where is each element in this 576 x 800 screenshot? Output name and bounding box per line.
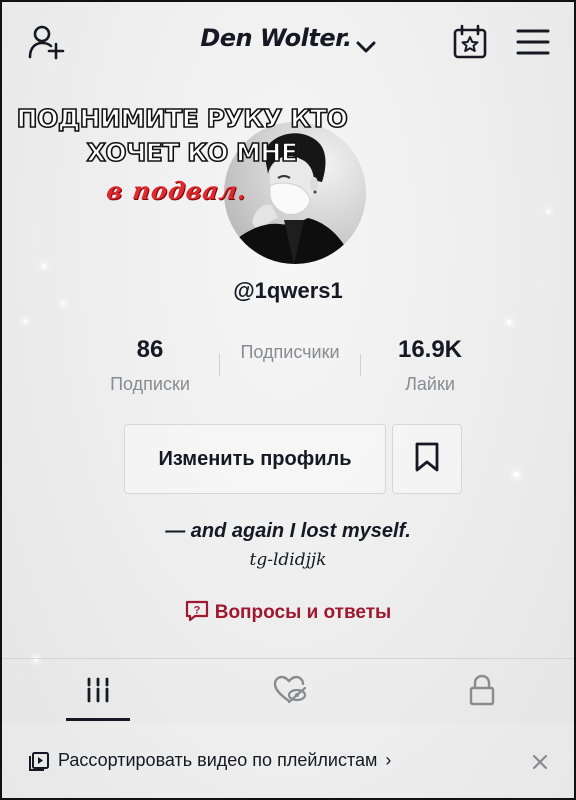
question-bubble-icon: ? (185, 600, 209, 622)
hamburger-menu-icon[interactable] (516, 28, 550, 56)
playlist-prompt[interactable]: Рассортировать видео по плейлистам › (28, 750, 391, 771)
sparkle-decoration (24, 320, 27, 323)
playlist-text: Рассортировать видео по плейлистам (58, 750, 378, 770)
bio-line-2: tg-ldidjjk (249, 550, 327, 570)
bio-line-1: — and again I lost myself. (165, 520, 411, 542)
calendar-star-icon[interactable] (452, 24, 488, 60)
stat-likes[interactable]: 16.9K Лайки (350, 334, 510, 395)
stat-likes-label: Лайки (405, 374, 455, 394)
sparkle-decoration (507, 320, 511, 324)
account-switcher[interactable]: Den Wolter. (2, 24, 574, 53)
profile-stats: 86 Подписки Подписчики 16.9K Лайки (2, 334, 574, 404)
stat-followers-label: Подписчики (240, 342, 340, 362)
tab-private[interactable] (462, 672, 502, 712)
profile-screen: Den Wolter. ПОДНИМИТЕ РУКУ КТО ХОЧЕТ КО … (0, 0, 576, 800)
sparkle-decoration (42, 264, 46, 268)
sparkle-decoration (547, 210, 550, 213)
close-icon[interactable] (530, 752, 550, 772)
chevron-right-icon: › (385, 750, 392, 770)
profile-handle: @1qwers1 (233, 278, 343, 303)
stat-likes-value: 16.9K (397, 336, 463, 363)
active-tab-indicator (66, 718, 130, 721)
tab-videos[interactable] (78, 672, 118, 712)
banner-line-1: Поднимите руку кто (16, 103, 349, 134)
sparkle-decoration (514, 472, 519, 477)
profile-banner-text: Поднимите руку кто хочет ко мне в подвал… (2, 102, 362, 205)
playlist-icon (28, 751, 50, 771)
lock-icon (468, 674, 496, 711)
banner-line-3: в подвал. (104, 176, 250, 205)
favorites-button[interactable] (392, 424, 462, 494)
stat-following[interactable]: 86 Подписки (70, 334, 230, 395)
liked-hidden-icon (273, 675, 307, 710)
grid-videos-icon (83, 675, 113, 710)
top-bar: Den Wolter. (2, 2, 574, 86)
banner-line-2: хочет ко мне (86, 137, 299, 168)
edit-profile-button[interactable]: Изменить профиль (124, 424, 386, 494)
profile-username: Den Wolter. (200, 24, 352, 52)
tab-liked[interactable] (270, 672, 310, 712)
stat-following-label: Подписки (110, 374, 190, 394)
svg-text:?: ? (193, 605, 200, 617)
bookmark-icon (414, 441, 440, 478)
stat-following-value: 86 (136, 336, 164, 363)
stat-followers[interactable]: Подписчики (210, 334, 370, 363)
chevron-down-icon (356, 32, 376, 53)
qa-link[interactable]: ? Вопросы и ответы (2, 600, 574, 624)
tabs-divider (2, 658, 574, 659)
qa-label: Вопросы и ответы (214, 602, 392, 623)
